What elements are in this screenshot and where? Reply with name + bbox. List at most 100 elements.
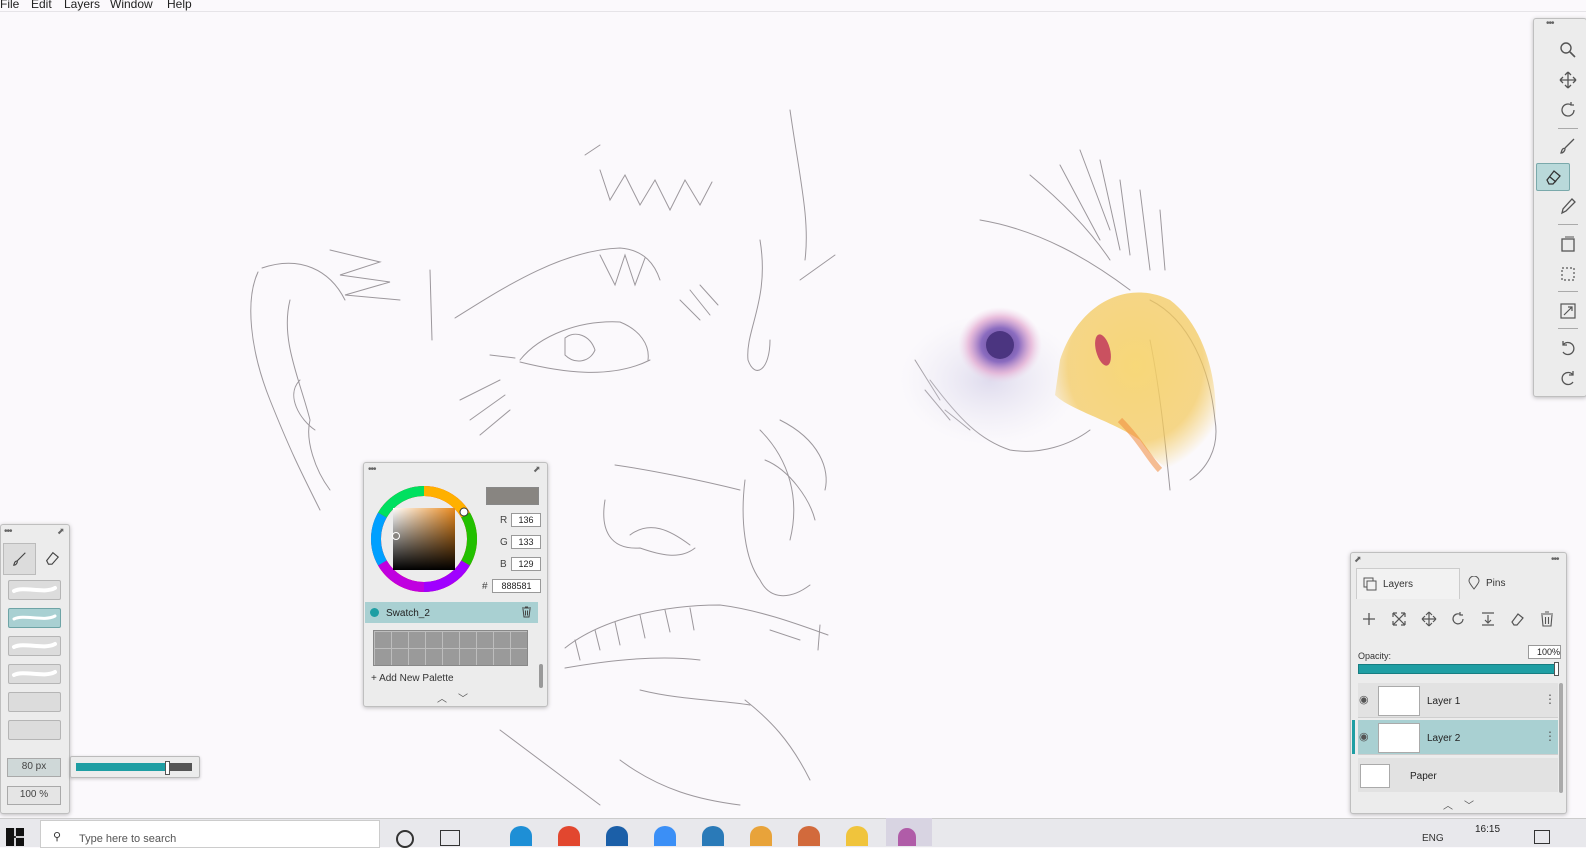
language-indicator[interactable]: ENG bbox=[1422, 833, 1444, 844]
opacity-slider[interactable] bbox=[1358, 664, 1558, 674]
color-wheel[interactable] bbox=[369, 484, 479, 594]
layers-panel-grip[interactable]: ••• bbox=[1551, 555, 1559, 565]
file-explorer-icon[interactable] bbox=[846, 826, 868, 846]
pin-icon[interactable]: ⬈ bbox=[533, 464, 541, 475]
layer-menu-icon[interactable]: ⋮ bbox=[1544, 729, 1556, 743]
merge-down-icon[interactable] bbox=[1477, 608, 1499, 630]
canvas-resize-icon[interactable] bbox=[1552, 298, 1584, 324]
cortana-icon[interactable] bbox=[396, 830, 414, 848]
move-layer-icon[interactable] bbox=[1418, 608, 1440, 630]
brush-icon bbox=[12, 552, 26, 566]
chrome-icon[interactable] bbox=[558, 826, 580, 846]
brush-tab[interactable] bbox=[3, 543, 36, 575]
visibility-eye-icon[interactable]: ◉ bbox=[1359, 693, 1369, 706]
hue-handle bbox=[459, 507, 469, 517]
fit-layer-icon[interactable] bbox=[1388, 608, 1410, 630]
eraser-icon[interactable] bbox=[1536, 163, 1570, 191]
eyedropper-icon[interactable] bbox=[1552, 193, 1584, 219]
paper-row[interactable]: Paper bbox=[1358, 758, 1558, 792]
selection-icon[interactable] bbox=[1552, 261, 1584, 287]
brush-preset-6[interactable] bbox=[8, 720, 61, 740]
menu-help[interactable]: Help bbox=[167, 0, 192, 11]
task-view-icon[interactable] bbox=[440, 830, 460, 846]
layer-menu-icon[interactable]: ⋮ bbox=[1544, 692, 1556, 706]
zoom-icon[interactable] bbox=[1552, 37, 1584, 63]
scroll-up-icon[interactable]: ︿ bbox=[437, 690, 447, 705]
opacity-label: Opacity: bbox=[1358, 651, 1392, 661]
brush-size-slider[interactable] bbox=[70, 756, 200, 778]
app-icon-2[interactable] bbox=[798, 826, 820, 846]
expand-icon[interactable]: ⬈ bbox=[57, 526, 65, 537]
visibility-eye-icon[interactable]: ◉ bbox=[1359, 730, 1369, 743]
move-icon[interactable] bbox=[1552, 67, 1584, 93]
brush-preset-4[interactable] bbox=[8, 664, 61, 684]
layer-2-name: Layer 2 bbox=[1427, 733, 1461, 744]
app-icon-1[interactable] bbox=[750, 826, 772, 846]
layers-pin-icon[interactable]: ⬈ bbox=[1354, 554, 1362, 565]
hex-field[interactable]: 888581 bbox=[492, 579, 541, 593]
undo-icon[interactable] bbox=[1552, 335, 1584, 361]
slider-fill bbox=[76, 763, 167, 771]
opacity-slider-thumb[interactable] bbox=[1554, 662, 1559, 676]
rotate-layer-icon[interactable] bbox=[1447, 608, 1469, 630]
tab-layers[interactable]: Layers bbox=[1356, 568, 1460, 599]
taskbar-search[interactable]: ⚲ Type here to search bbox=[40, 820, 380, 848]
drawing-canvas[interactable] bbox=[0, 12, 1586, 818]
zoom-app-icon[interactable] bbox=[654, 826, 676, 846]
layer-row-1[interactable]: ◉ Layer 1 ⋮ bbox=[1358, 683, 1558, 718]
vscode-icon[interactable] bbox=[702, 826, 724, 846]
layers-icon bbox=[1363, 577, 1377, 591]
clear-layer-icon[interactable] bbox=[1506, 608, 1528, 630]
menu-layers[interactable]: Layers bbox=[64, 0, 100, 11]
sketch-app-icon[interactable] bbox=[898, 828, 916, 846]
tab-layers-label: Layers bbox=[1383, 579, 1414, 590]
opacity-value-field[interactable]: 100% bbox=[1528, 645, 1561, 659]
trash-icon[interactable] bbox=[521, 605, 532, 623]
current-color-swatch bbox=[486, 487, 539, 505]
palette-grid[interactable] bbox=[373, 630, 528, 666]
slider-thumb[interactable] bbox=[165, 761, 171, 775]
layer-row-2[interactable]: ◉ Layer 2 ⋮ bbox=[1358, 720, 1558, 755]
g-field[interactable]: 133 bbox=[511, 535, 541, 549]
menu-file[interactable]: File bbox=[0, 0, 19, 11]
swatch-dot-icon bbox=[370, 608, 379, 617]
layers-scroll-up-icon[interactable]: ︿ bbox=[1443, 797, 1453, 812]
menu-bar: File Edit Layers Window Help bbox=[0, 0, 1586, 12]
add-layer-icon[interactable] bbox=[1358, 608, 1380, 630]
eraser-tab[interactable] bbox=[36, 543, 67, 573]
clock-time[interactable]: 16:15 bbox=[1475, 824, 1500, 835]
brush-icon[interactable] bbox=[1552, 133, 1584, 159]
layer-2-thumbnail bbox=[1378, 723, 1420, 753]
layers-scrollbar[interactable] bbox=[1559, 683, 1563, 793]
brush-opacity-field[interactable]: 100 % bbox=[7, 786, 61, 805]
edge-icon[interactable] bbox=[510, 826, 532, 846]
sv-handle bbox=[392, 532, 400, 540]
brush-preset-3[interactable] bbox=[8, 636, 61, 656]
scroll-down-icon[interactable]: ﹀ bbox=[458, 690, 468, 705]
redo-icon[interactable] bbox=[1552, 365, 1584, 391]
pin-icon bbox=[1468, 576, 1480, 590]
rotate-icon[interactable] bbox=[1552, 97, 1584, 123]
store-icon[interactable] bbox=[606, 826, 628, 846]
transform-icon[interactable] bbox=[1552, 231, 1584, 257]
notifications-icon[interactable] bbox=[1534, 830, 1550, 844]
layer-1-name: Layer 1 bbox=[1427, 696, 1461, 707]
add-new-palette[interactable]: + Add New Palette bbox=[371, 673, 454, 684]
layers-scroll-down-icon[interactable]: ﹀ bbox=[1464, 797, 1474, 812]
menu-edit[interactable]: Edit bbox=[31, 0, 52, 11]
brush-size-field[interactable]: 80 px bbox=[7, 758, 61, 777]
tab-pins[interactable]: Pins bbox=[1462, 568, 1562, 598]
brush-preset-1[interactable] bbox=[8, 580, 61, 600]
brush-preset-2[interactable] bbox=[8, 608, 61, 628]
delete-layer-icon[interactable] bbox=[1536, 608, 1558, 630]
brush-panel-grip[interactable]: ••• bbox=[4, 527, 12, 537]
right-toolbar-grip[interactable]: ••• bbox=[1546, 19, 1554, 29]
menu-window[interactable]: Window bbox=[110, 0, 153, 11]
scroll-thumb[interactable] bbox=[539, 664, 543, 688]
color-panel-grip[interactable]: ••• bbox=[368, 465, 376, 475]
r-field[interactable]: 136 bbox=[511, 513, 541, 527]
b-field[interactable]: 129 bbox=[511, 557, 541, 571]
layer-1-thumbnail bbox=[1378, 686, 1420, 716]
paper-thumbnail bbox=[1360, 764, 1390, 788]
brush-preset-5[interactable] bbox=[8, 692, 61, 712]
